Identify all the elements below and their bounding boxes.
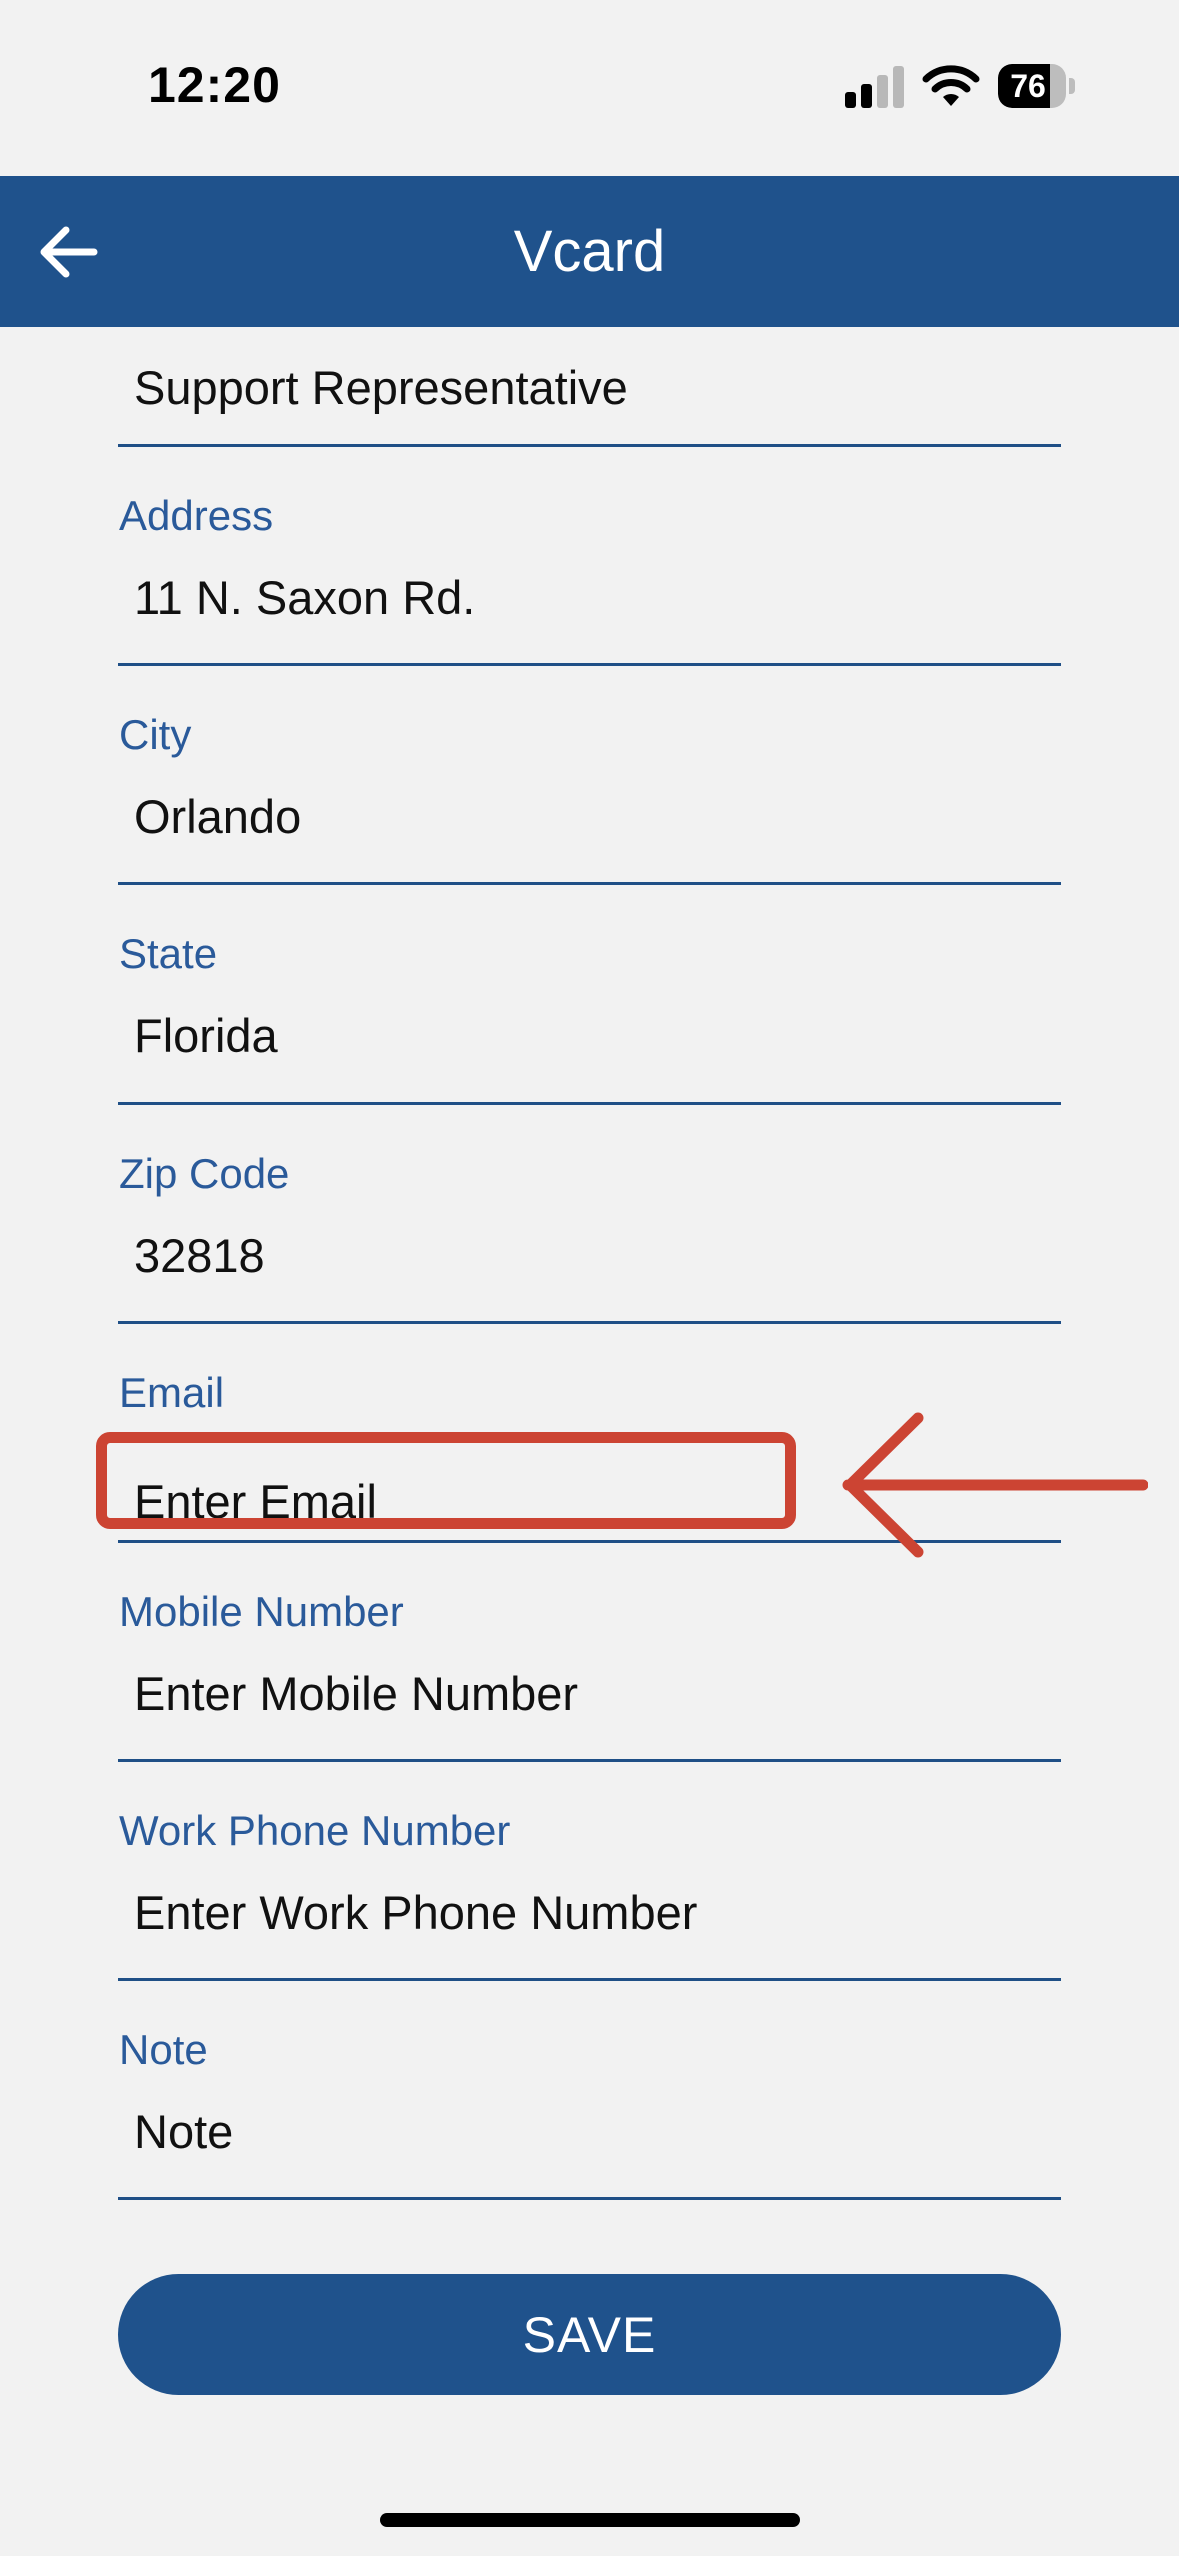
- zip-code-label: Zip Code: [119, 1150, 290, 1197]
- work-phone-number-input[interactable]: [118, 1867, 1061, 1957]
- status-time: 12:20: [148, 57, 281, 113]
- zip-code-input[interactable]: [118, 1210, 1061, 1300]
- address-label: Address: [119, 492, 274, 539]
- arrow-left-annotation-icon: [842, 1412, 1148, 1558]
- mobile-number-label: Mobile Number: [119, 1588, 404, 1635]
- back-button[interactable]: [30, 212, 110, 292]
- wifi-icon: [922, 65, 980, 106]
- city-underline: [118, 882, 1061, 885]
- battery-body: 76: [998, 64, 1066, 108]
- mobile-number-field: Mobile Number: [118, 1588, 1061, 1768]
- status-bar: 12:20 76: [0, 0, 1179, 176]
- job-title-field: [118, 330, 1061, 450]
- state-label: State: [119, 930, 218, 977]
- mobile-number-underline: [118, 1759, 1061, 1762]
- email-label: Email: [119, 1369, 225, 1416]
- state-underline: [118, 1102, 1061, 1105]
- work-phone-number-label: Work Phone Number: [119, 1807, 511, 1854]
- battery-nub: [1069, 78, 1075, 94]
- mobile-number-input[interactable]: [118, 1648, 1061, 1738]
- save-button[interactable]: SAVE: [118, 2274, 1061, 2395]
- work-phone-number-field: Work Phone Number: [118, 1807, 1061, 1987]
- note-label: Note: [119, 2026, 208, 2073]
- arrow-left-icon: [40, 226, 98, 278]
- zip-code-underline: [118, 1321, 1061, 1324]
- note-field: Note: [118, 2026, 1061, 2206]
- state-input[interactable]: [118, 990, 1061, 1080]
- home-indicator: [380, 2513, 800, 2527]
- battery-indicator: 76: [998, 64, 1076, 108]
- address-underline: [118, 663, 1061, 666]
- work-phone-number-underline: [118, 1978, 1061, 1981]
- address-input[interactable]: [118, 552, 1061, 642]
- note-underline: [118, 2197, 1061, 2200]
- page-title: Vcard: [513, 219, 666, 284]
- job-title-underline: [118, 444, 1061, 447]
- email-highlight-box: [96, 1432, 796, 1529]
- city-label: City: [119, 711, 192, 758]
- cellular-signal-icon: [845, 66, 904, 108]
- city-input[interactable]: [118, 771, 1061, 861]
- city-field: City: [118, 711, 1061, 891]
- zip-code-field: Zip Code: [118, 1150, 1061, 1330]
- address-field: Address: [118, 492, 1061, 672]
- state-field: State: [118, 930, 1061, 1110]
- job-title-input[interactable]: [118, 342, 1061, 432]
- app-bar: Vcard: [0, 176, 1179, 327]
- battery-percent-label: 76: [1010, 68, 1046, 104]
- note-input[interactable]: [118, 2086, 1061, 2176]
